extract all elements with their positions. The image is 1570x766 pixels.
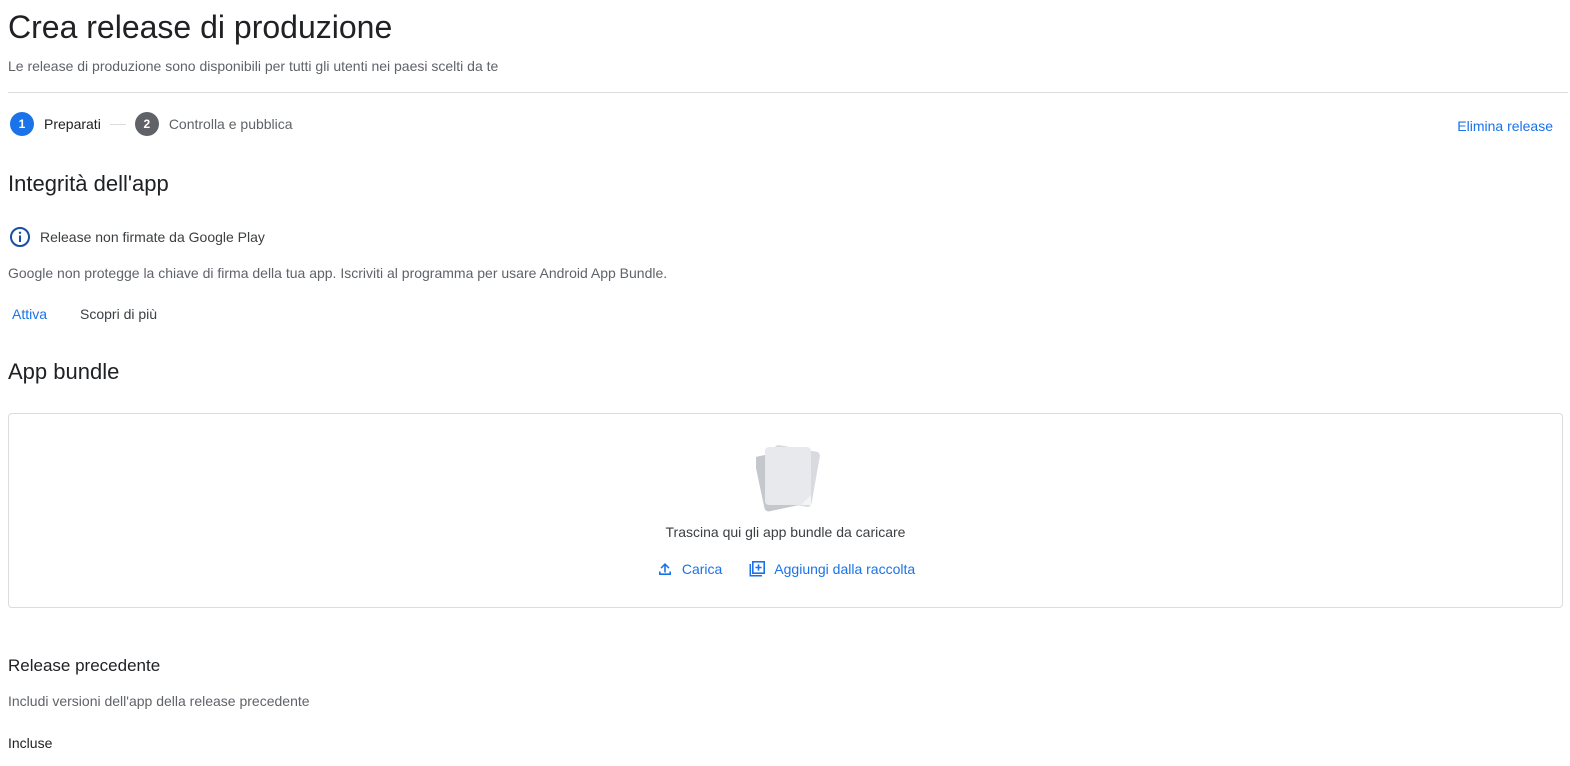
integrity-description: Google non protegge la chiave di firma d… [8, 265, 668, 281]
dropzone-actions: Carica Aggiungi dalla raccolta [9, 560, 1562, 578]
add-from-library-label: Aggiungi dalla raccolta [774, 561, 916, 577]
dropzone-text: Trascina qui gli app bundle da caricare [665, 524, 906, 540]
integrity-info-row: Release non firmate da Google Play [9, 226, 265, 248]
app-integrity-heading: Integrità dell'app [8, 171, 169, 196]
step-2-number[interactable]: 2 [134, 112, 159, 136]
app-bundle-heading: App bundle [8, 359, 120, 384]
step-connector [109, 123, 126, 125]
delete-release-button[interactable]: Elimina release [1457, 118, 1553, 134]
upload-icon [658, 563, 671, 575]
integrity-info-text: Release non firmate da Google Play [40, 229, 265, 245]
activate-button[interactable]: Attiva [12, 306, 47, 322]
page-subtitle: Le release di produzione sono disponibil… [8, 58, 499, 74]
step-1-label[interactable]: Preparati [44, 116, 101, 132]
previous-release-heading: Release precedente [8, 656, 161, 675]
add-to-library-icon [749, 560, 766, 577]
header-divider [8, 92, 1568, 93]
upload-label: Carica [681, 561, 723, 577]
add-from-library-button[interactable]: Aggiungi dalla raccolta [748, 560, 915, 578]
info-circle-icon [10, 227, 30, 247]
previous-release-description: Includi versioni dell'app della release … [8, 693, 310, 709]
learn-more-button[interactable]: Scopri di più [80, 306, 157, 322]
included-label: Incluse [8, 735, 53, 751]
step-1-number[interactable]: 1 [10, 112, 34, 136]
release-stepper: 1 Preparati 2 Controlla e pubblica [10, 112, 293, 136]
stacked-documents-icon [756, 445, 820, 512]
upload-button[interactable]: Carica [656, 560, 722, 578]
step-2-label[interactable]: Controlla e pubblica [169, 116, 293, 132]
page-title: Crea release di produzione [8, 9, 393, 45]
app-bundle-dropzone[interactable]: Trascina qui gli app bundle da caricare … [8, 413, 1563, 608]
